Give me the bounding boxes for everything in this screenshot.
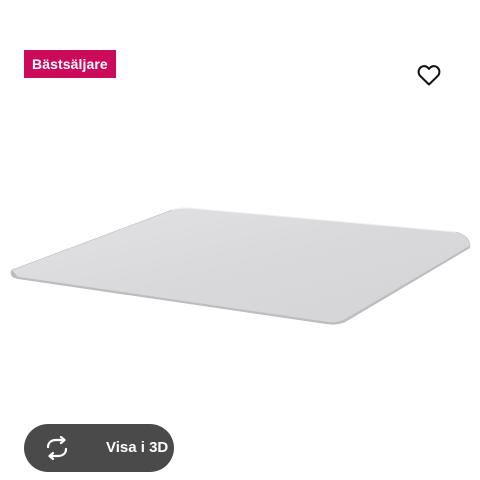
heart-outline-icon xyxy=(417,65,441,86)
product-card: Bästsäljare Visa i 3D xyxy=(0,0,480,480)
view-in-3d-button[interactable]: Visa i 3D xyxy=(24,424,174,472)
favorite-button[interactable] xyxy=(412,58,446,92)
bestseller-badge: Bästsäljare xyxy=(24,50,116,78)
rotate-3d-icon xyxy=(46,436,68,460)
view-in-3d-label: Visa i 3D xyxy=(106,439,169,456)
